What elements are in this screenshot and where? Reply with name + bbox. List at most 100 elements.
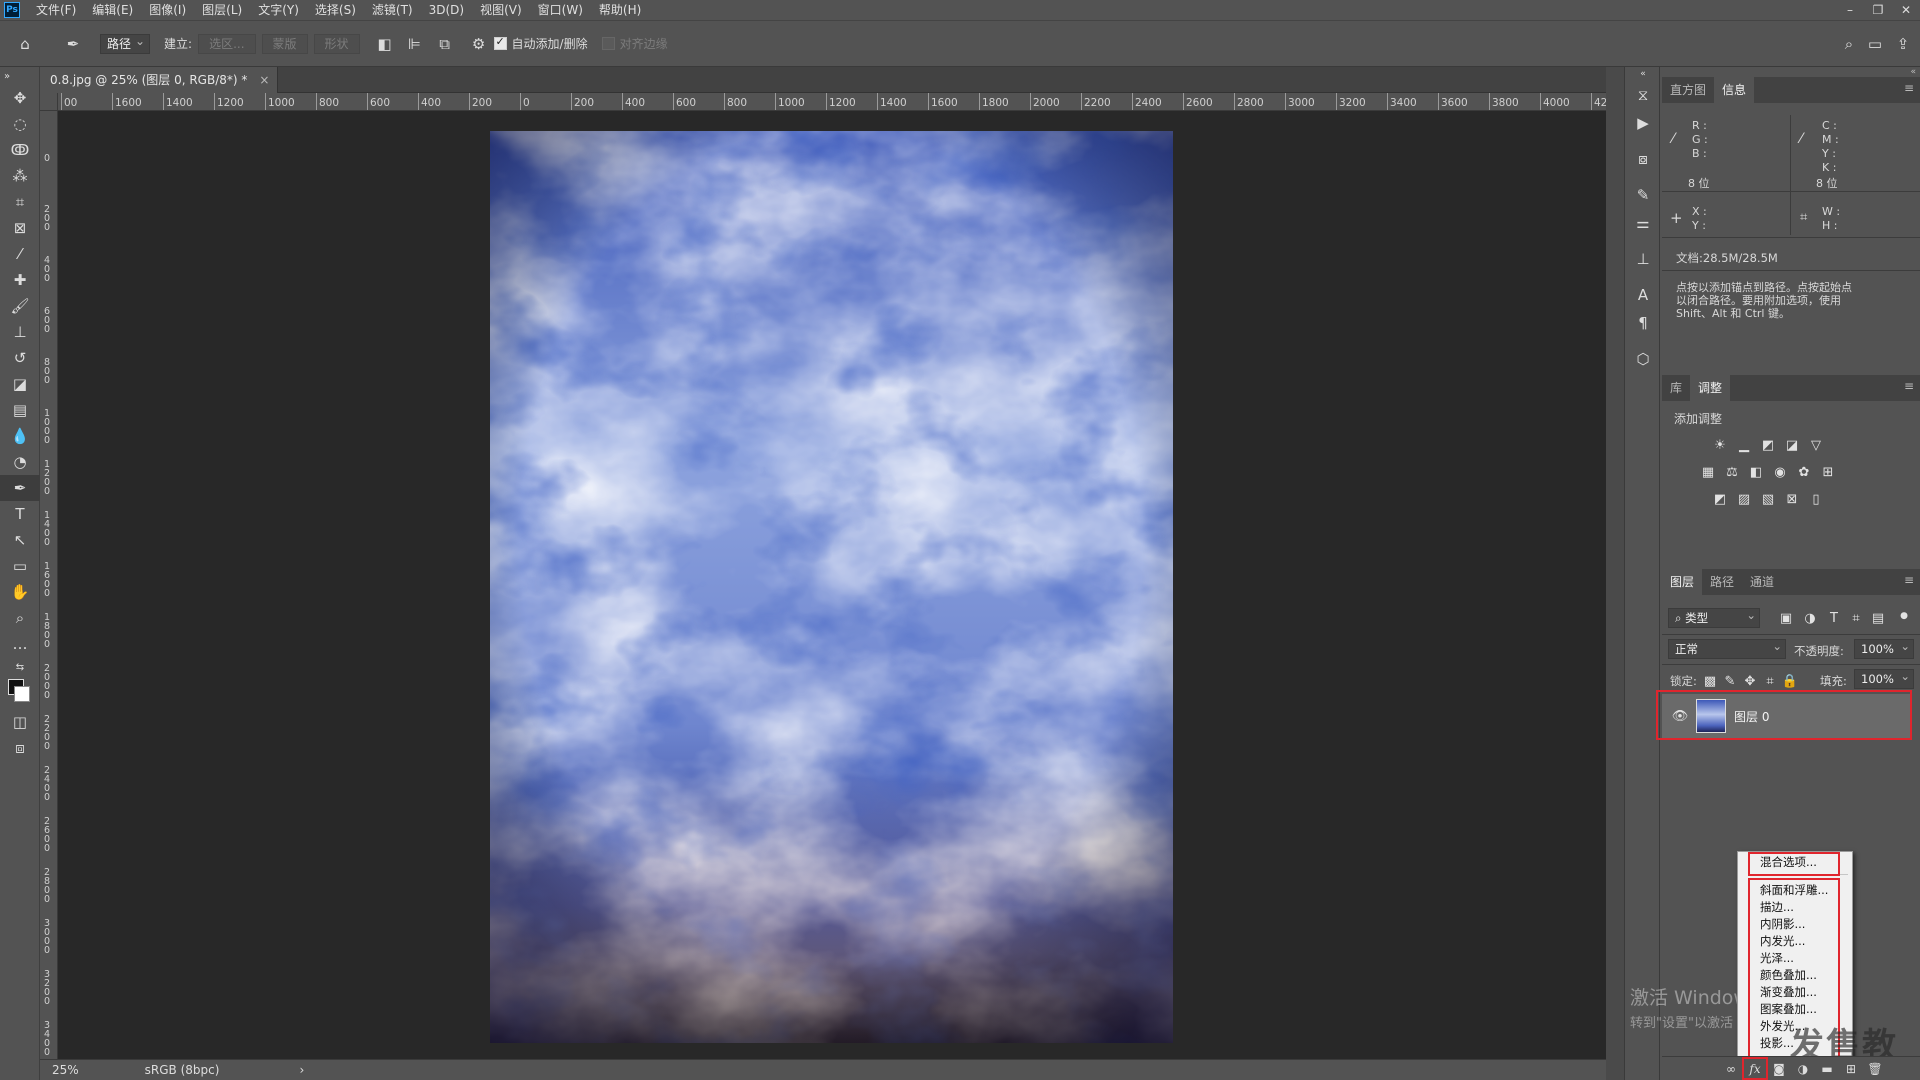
paragraph-panel-icon[interactable]: ¶ [1625, 309, 1661, 337]
filter-shape-icon[interactable]: ⌗ [1848, 610, 1864, 626]
add-mask-icon[interactable]: ◙ [1770, 1060, 1788, 1078]
tab-libraries[interactable]: 库 [1662, 375, 1690, 401]
zoom-tool-icon[interactable]: ⌕ [0, 605, 40, 631]
path-arrangement-icon[interactable]: ⧉ [434, 33, 456, 55]
menu-file[interactable]: 文件(F) [28, 0, 84, 20]
path-alignment-icon[interactable]: ⊫ [404, 33, 426, 55]
vibrance-icon[interactable]: ▽ [1808, 437, 1824, 453]
layers-menu-icon[interactable]: ≡ [1904, 573, 1914, 587]
crop-tool-icon[interactable]: ⌗ [0, 189, 40, 215]
align-edges-checkbox[interactable] [601, 37, 615, 50]
hand-tool-icon[interactable]: ✋ [0, 579, 40, 605]
ruler-origin[interactable] [40, 93, 58, 111]
workspace-icon[interactable]: ▭ [1864, 33, 1886, 55]
blur-tool-icon[interactable]: 💧 [0, 423, 40, 449]
color-balance-icon[interactable]: ⚖ [1724, 464, 1740, 480]
channel-mixer-icon[interactable]: ✿ [1796, 464, 1812, 480]
zoom-level[interactable]: 25% [52, 1063, 79, 1077]
fill-input[interactable]: 100% [1854, 667, 1914, 689]
link-layers-icon[interactable]: ∞ [1722, 1060, 1740, 1078]
hue-saturation-icon[interactable]: ▦ [1700, 464, 1716, 480]
path-operations-icon[interactable]: ◧ [374, 33, 396, 55]
make-shape-button[interactable]: 形状 [313, 33, 360, 54]
properties-panel-icon[interactable]: ⧇ [1625, 145, 1661, 173]
quick-selection-tool-icon[interactable]: ⁂ [0, 163, 40, 189]
status-menu-arrow[interactable]: › [299, 1063, 304, 1077]
marquee-tool-icon[interactable]: ◌ [0, 111, 40, 137]
new-layer-icon[interactable]: ⊞ [1842, 1060, 1860, 1078]
document-image-cloudy-sky[interactable] [490, 131, 1173, 1043]
history-panel-icon[interactable]: ⧖ [1625, 81, 1661, 109]
panel-menu-icon[interactable]: ≡ [1904, 81, 1914, 95]
levels-icon[interactable]: ▁ [1736, 437, 1752, 453]
lock-artboard-icon[interactable]: ⌗ [1762, 673, 1778, 689]
menu-select[interactable]: 选择(S) [307, 0, 364, 20]
menu-3d[interactable]: 3D(D) [421, 0, 472, 20]
dodge-tool-icon[interactable]: ◔ [0, 449, 40, 475]
minimize-button[interactable]: – [1836, 0, 1864, 20]
close-button[interactable]: ✕ [1892, 0, 1920, 20]
filter-type-icon[interactable]: T [1826, 610, 1842, 626]
menu-type[interactable]: 文字(Y) [250, 0, 307, 20]
filter-toggle-icon[interactable]: ● [1896, 608, 1912, 624]
eyedropper-tool-icon[interactable]: ⁄ [0, 241, 40, 267]
tab-info[interactable]: 信息 [1714, 77, 1755, 103]
tab-paths[interactable]: 路径 [1702, 569, 1742, 595]
pen-mode-select[interactable]: 路径 [100, 32, 151, 54]
layer-filter-select[interactable]: ⌕ 类型 [1668, 606, 1760, 628]
search-icon[interactable]: ⌕ [1838, 33, 1860, 55]
blend-mode-select[interactable]: 正常 [1668, 637, 1786, 659]
make-mask-button[interactable]: 蒙版 [261, 33, 308, 54]
tab-adjustments[interactable]: 调整 [1690, 375, 1731, 401]
menu-filter[interactable]: 滤镜(T) [364, 0, 421, 20]
3d-panel-icon[interactable]: ⬡ [1625, 345, 1661, 373]
rectangle-tool-icon[interactable]: ▭ [0, 553, 40, 579]
frame-tool-icon[interactable]: ⊠ [0, 215, 40, 241]
gradient-map-icon[interactable]: ▯ [1808, 491, 1824, 507]
move-tool-icon[interactable]: ✥ [0, 85, 40, 111]
document-tab[interactable]: 0.8.jpg @ 25% (图层 0, RGB/8*) * × [40, 67, 279, 93]
canvas-area[interactable] [58, 111, 1606, 1059]
selective-color-icon[interactable]: ⊠ [1784, 491, 1800, 507]
new-group-icon[interactable]: ▬ [1818, 1060, 1836, 1078]
threshold-icon[interactable]: ▧ [1760, 491, 1776, 507]
pen-tool-preset-icon[interactable]: ✒ [62, 33, 84, 55]
menu-image[interactable]: 图像(I) [141, 0, 194, 20]
filter-smart-object-icon[interactable]: ▤ [1870, 610, 1886, 626]
share-icon[interactable]: ⇪ [1892, 33, 1914, 55]
opacity-input[interactable]: 100% [1854, 637, 1914, 659]
new-adjustment-layer-icon[interactable]: ◑ [1794, 1060, 1812, 1078]
quick-mask-icon[interactable]: ◫ [0, 709, 40, 735]
invert-icon[interactable]: ◩ [1712, 491, 1728, 507]
brush-tool-icon[interactable]: 🖌 [0, 293, 40, 319]
color-swatches[interactable] [0, 677, 40, 709]
black-white-icon[interactable]: ◧ [1748, 464, 1764, 480]
horizontal-ruler[interactable]: 00 1600 1400 1200 1000 800 600 400 200 0 200 400 600… [58, 93, 1606, 111]
brightness-contrast-icon[interactable]: ☀ [1712, 437, 1728, 453]
tab-histogram[interactable]: 直方图 [1662, 77, 1714, 103]
tab-channels[interactable]: 通道 [1742, 569, 1782, 595]
eraser-tool-icon[interactable]: ◪ [0, 371, 40, 397]
brush-settings-icon[interactable]: ✎ [1625, 181, 1661, 209]
make-selection-button[interactable]: 选区... [198, 33, 256, 54]
lock-transparency-icon[interactable]: ▩ [1702, 673, 1718, 689]
path-selection-tool-icon[interactable]: ↖ [0, 527, 40, 553]
exposure-icon[interactable]: ◪ [1784, 437, 1800, 453]
delete-layer-icon[interactable]: 🗑 [1866, 1060, 1884, 1078]
lasso-tool-icon[interactable]: ↂ [0, 137, 40, 163]
lock-pixels-icon[interactable]: ✎ [1722, 673, 1738, 689]
curves-icon[interactable]: ◩ [1760, 437, 1776, 453]
menu-view[interactable]: 视图(V) [472, 0, 530, 20]
collapse-dock-icon[interactable]: « [1910, 67, 1916, 77]
screen-mode-icon[interactable]: ⧈ [0, 735, 40, 761]
restore-button[interactable]: ❐ [1864, 0, 1892, 20]
history-brush-tool-icon[interactable]: ↺ [0, 345, 40, 371]
lock-all-icon[interactable]: 🔒 [1782, 673, 1798, 689]
menu-help[interactable]: 帮助(H) [591, 0, 649, 20]
collapse-panels-icon[interactable]: « [1625, 67, 1661, 81]
color-lookup-icon[interactable]: ⊞ [1820, 464, 1836, 480]
lock-position-icon[interactable]: ✥ [1742, 673, 1758, 689]
clone-source-icon[interactable]: ⊥ [1625, 245, 1661, 273]
tab-layers[interactable]: 图层 [1662, 569, 1703, 595]
posterize-icon[interactable]: ▨ [1736, 491, 1752, 507]
